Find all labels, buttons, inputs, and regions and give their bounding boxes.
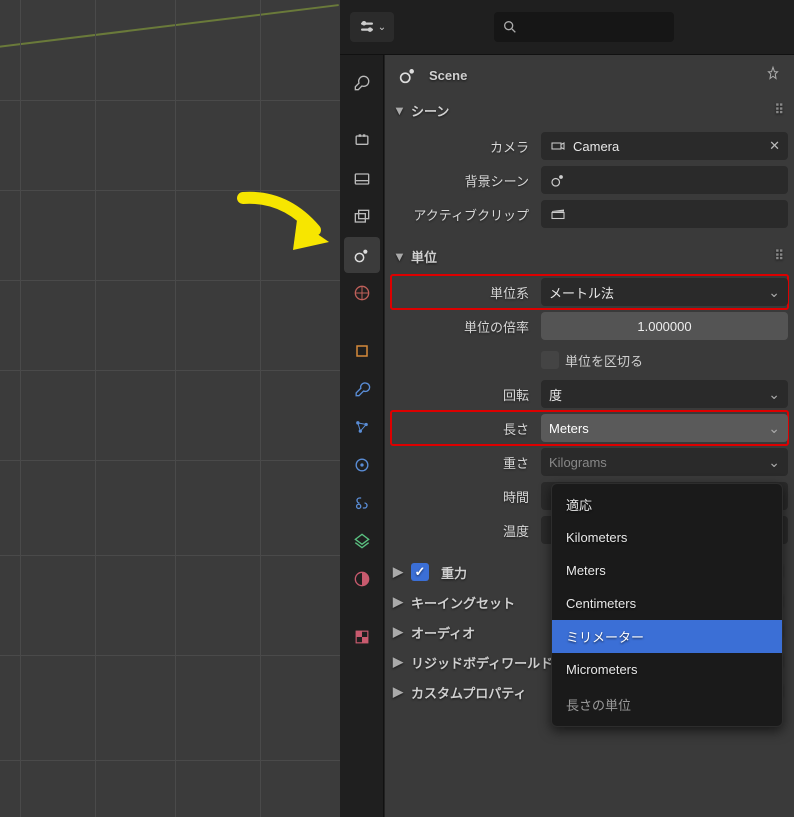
unit-scale-label: 単位の倍率 (391, 317, 535, 336)
camera-value: Camera (573, 139, 619, 154)
section-label: キーイングセット (411, 593, 515, 612)
disclosure-down-icon: ▼ (393, 103, 405, 118)
length-dropdown[interactable]: Meters (541, 414, 788, 442)
properties-header: ⌄ (340, 0, 794, 55)
output-tab[interactable] (344, 161, 380, 197)
grip-icon[interactable]: ⠿ (774, 102, 786, 118)
scene-tab[interactable] (344, 237, 380, 273)
mass-label: 重さ (391, 453, 535, 472)
viewlayer-tab[interactable] (344, 199, 380, 235)
modifier-tab[interactable] (344, 371, 380, 407)
menu-item-kilometers[interactable]: Kilometers (552, 521, 782, 554)
properties-tab-strip (340, 55, 384, 817)
menu-caption: 長さの単位 (552, 686, 782, 722)
world-tab[interactable] (344, 275, 380, 311)
material-tab[interactable] (344, 561, 380, 597)
panel-title-row: Scene (385, 55, 794, 95)
grip-icon[interactable]: ⠿ (774, 248, 786, 264)
units-section-header[interactable]: ▼ 単位 ⠿ (385, 241, 794, 271)
rotation-value: 度 (549, 385, 562, 404)
section-label: 単位 (411, 247, 437, 266)
property-search-input[interactable] (494, 12, 674, 42)
disclosure-right-icon: ▶ (393, 564, 405, 580)
chevron-down-icon: ⌄ (378, 22, 386, 33)
separate-units-checkbox[interactable] (541, 351, 559, 369)
section-label: リジッドボディワールド (411, 653, 553, 672)
menu-item-micrometers[interactable]: Micrometers (552, 653, 782, 686)
particle-tab[interactable] (344, 409, 380, 445)
camera-label: カメラ (391, 137, 535, 156)
section-label: オーディオ (411, 623, 475, 642)
disclosure-down-icon: ▼ (393, 249, 405, 264)
constraint-tab[interactable] (344, 485, 380, 521)
scene-icon (397, 64, 419, 86)
annotation-arrow-icon (235, 190, 335, 260)
length-unit-menu: 適応 Kilometers Meters Centimeters ミリメーター … (551, 483, 783, 727)
viewport-3d[interactable] (0, 0, 340, 817)
unit-system-value: メートル法 (549, 283, 614, 302)
unit-system-label: 単位系 (391, 283, 535, 302)
section-label: カスタムプロパティ (411, 683, 526, 702)
bgscene-label: 背景シーン (391, 171, 535, 190)
render-tab[interactable] (344, 123, 380, 159)
rotation-dropdown[interactable]: 度 (541, 380, 788, 408)
rotation-label: 回転 (391, 385, 535, 404)
data-tab[interactable] (344, 523, 380, 559)
length-label: 長さ (391, 419, 535, 438)
camera-field[interactable]: Camera ✕ (541, 132, 788, 160)
clear-icon[interactable]: ✕ (769, 138, 780, 154)
disclosure-right-icon: ▶ (393, 594, 405, 610)
unit-scale-field[interactable]: 1.000000 (541, 312, 788, 340)
menu-item-centimeters[interactable]: Centimeters (552, 587, 782, 620)
panel-title: Scene (429, 68, 467, 83)
section-label: シーン (411, 101, 449, 120)
disclosure-right-icon: ▶ (393, 624, 405, 640)
camera-icon (549, 137, 567, 155)
menu-item-millimeters[interactable]: ミリメーター (552, 620, 782, 653)
sliders-icon (358, 18, 376, 36)
activeclip-label: アクティブクリップ (391, 205, 535, 224)
mass-dropdown[interactable]: Kilograms (541, 448, 788, 476)
search-icon (502, 19, 518, 35)
bgscene-field[interactable] (541, 166, 788, 194)
texture-tab[interactable] (344, 619, 380, 655)
gravity-checkbox[interactable]: ✓ (411, 563, 429, 581)
object-tab[interactable] (344, 333, 380, 369)
menu-item-adaptive[interactable]: 適応 (552, 488, 782, 521)
temperature-label: 温度 (391, 521, 535, 540)
disclosure-right-icon: ▶ (393, 684, 405, 700)
time-label: 時間 (391, 487, 535, 506)
separate-units-label: 単位を区切る (565, 351, 643, 370)
disclosure-right-icon: ▶ (393, 654, 405, 670)
physics-tab[interactable] (344, 447, 380, 483)
unit-system-dropdown[interactable]: メートル法 (541, 278, 788, 306)
scene-icon (549, 171, 567, 189)
pin-icon[interactable] (764, 65, 782, 86)
clapper-icon (549, 205, 567, 223)
section-label: 重力 (441, 563, 467, 582)
tool-tab[interactable] (344, 65, 380, 101)
activeclip-field[interactable] (541, 200, 788, 228)
editor-type-selector[interactable]: ⌄ (350, 12, 394, 42)
length-value: Meters (549, 421, 589, 436)
unit-scale-value: 1.000000 (637, 319, 691, 334)
scene-section-header[interactable]: ▼ シーン ⠿ (385, 95, 794, 125)
mass-value: Kilograms (549, 455, 607, 470)
menu-item-meters[interactable]: Meters (552, 554, 782, 587)
